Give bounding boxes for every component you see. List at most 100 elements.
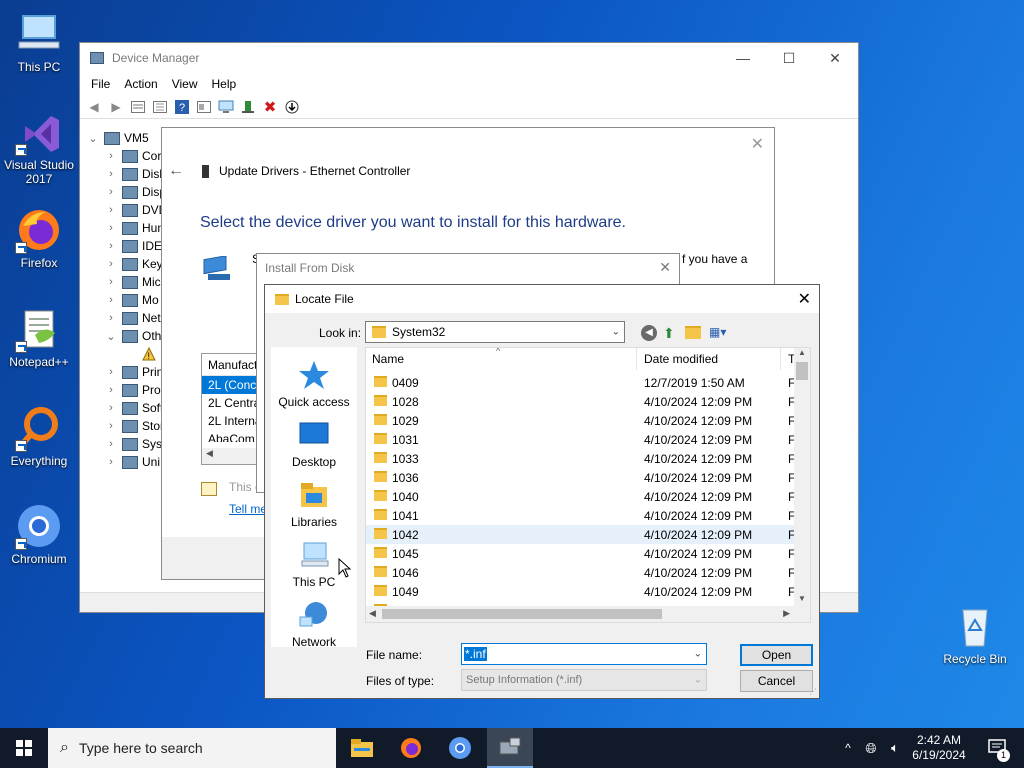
locate-file-close-button[interactable]: ✕ [798,289,811,309]
action-center-button[interactable]: 1 [978,728,1018,768]
help-icon[interactable]: ? [172,97,192,117]
maximize-button[interactable]: ☐ [766,43,812,73]
tree-node[interactable]: › Uni [104,453,160,471]
file-type-dropdown[interactable]: Setup Information (*.inf) ⌄ [461,669,707,691]
file-row[interactable]: 10334/10/2024 12:09 PMFil [366,449,802,468]
place-libraries[interactable]: Libraries [271,479,357,529]
start-button[interactable] [0,728,48,768]
scroll-right-icon[interactable]: ▶ [783,608,790,619]
tree-node[interactable]: › Key [104,255,163,273]
back-nav-icon[interactable]: ◀ [641,325,657,341]
menu-help[interactable]: Help [205,77,244,91]
resize-grip-icon[interactable]: ⋰ [809,687,817,696]
taskbar-file-explorer[interactable] [340,728,384,768]
manufacturer-item[interactable]: AbaCom [202,430,262,442]
taskbar-search-box[interactable]: ⌕ Type here to search [48,728,336,768]
update-drivers-close-button[interactable]: ✕ [751,134,764,154]
properties-icon[interactable] [128,97,148,117]
file-row[interactable]: 10424/10/2024 12:09 PMFil [366,525,802,544]
place-desktop[interactable]: Desktop [271,419,357,469]
desktop-icon-this-pc[interactable]: This PC [1,10,77,74]
file-row[interactable]: 10404/10/2024 12:09 PMFil [366,487,802,506]
tree-node[interactable]: › IDE [104,237,162,255]
unknown-device-warning-icon[interactable]: ! [142,345,156,363]
volume-muted-icon[interactable]: 🔈︎ [884,728,906,768]
tree-node[interactable]: › Net [104,309,161,327]
view-menu-icon[interactable]: ▦▾ [709,325,726,339]
chevron-right-icon[interactable]: › [104,384,118,396]
chevron-right-icon[interactable]: › [104,222,118,234]
scroll-up-icon[interactable]: ▲ [794,348,810,362]
desktop-icon-recycle-bin[interactable]: Recycle Bin [937,602,1013,666]
file-list[interactable]: Name ^ Date modified Ty 0409 12/7/2019 1:… [365,347,811,623]
chevron-down-icon[interactable]: ⌄ [694,649,702,660]
view-icon[interactable] [194,97,214,117]
chevron-right-icon[interactable]: › [104,240,118,252]
desktop-icon-notepadpp[interactable]: Notepad++ [1,305,77,369]
install-from-disk-close-button[interactable]: ✕ [659,259,671,276]
chevron-right-icon[interactable]: › [104,402,118,414]
locate-file-titlebar[interactable]: Locate File [265,285,819,313]
clock[interactable]: 2:42 AM 6/19/2024 [904,728,974,768]
chevron-down-icon[interactable]: ⌄ [86,132,100,145]
back-arrow-icon[interactable]: ← [168,162,184,180]
show-hidden-icons-button[interactable]: ^ [838,728,858,768]
tree-node[interactable]: › Disk [104,165,165,183]
chevron-down-icon[interactable]: ⌄ [104,330,118,343]
file-list-hscroll[interactable]: ◀ ▶ [366,606,810,622]
desktop-icon-everything[interactable]: Everything [1,404,77,468]
open-button[interactable]: Open [740,644,813,666]
tree-node[interactable]: › Syst [104,435,165,453]
file-row[interactable]: 040912/7/2019 1:50 AMFil [366,373,802,392]
manufacturer-item[interactable]: 2L Interna [202,412,262,430]
taskbar-chromium[interactable] [438,728,482,768]
manufacturer-list[interactable]: Manufact 2L (Conc 2L Centra 2L Interna A… [201,353,263,465]
tree-node[interactable]: › Hum [104,219,167,237]
file-row[interactable]: 10414/10/2024 12:09 PMFil [366,506,802,525]
tell-me-link[interactable]: Tell me [229,502,267,516]
file-name-input[interactable]: *.inf ⌄ [461,643,707,665]
chevron-right-icon[interactable]: › [104,258,118,270]
back-icon[interactable]: ◀ [84,97,104,117]
tree-node[interactable]: › Cor [104,147,161,165]
hscroll-thumb[interactable] [382,609,662,619]
tree-node[interactable]: › Mo [104,291,159,309]
file-row[interactable]: 10364/10/2024 12:09 PMFil [366,468,802,487]
desktop-icon-chromium[interactable]: Chromium [1,502,77,566]
manufacturer-item-selected[interactable]: 2L (Conc [202,376,262,394]
look-in-dropdown[interactable]: System32 ⌄ [365,321,625,343]
chevron-right-icon[interactable]: › [104,204,118,216]
tree-node[interactable]: › DVD [104,201,167,219]
chevron-right-icon[interactable]: › [104,456,118,468]
file-row[interactable]: 10314/10/2024 12:09 PMFil [366,430,802,449]
file-row[interactable]: 10294/10/2024 12:09 PMFil [366,411,802,430]
chevron-right-icon[interactable]: › [104,438,118,450]
chevron-right-icon[interactable]: › [104,276,118,288]
tree-node[interactable]: › Stor [104,417,164,435]
desktop-icon-visual-studio[interactable]: Visual Studio 2017 [1,108,77,186]
place-network[interactable]: Network [271,599,357,649]
menu-file[interactable]: File [84,77,117,91]
install-from-disk-titlebar[interactable]: Install From Disk [257,254,679,282]
chevron-right-icon[interactable]: › [104,294,118,306]
cancel-button[interactable]: Cancel [740,670,813,692]
place-quick-access[interactable]: Quick access [271,359,357,409]
network-tray-icon[interactable]: 🌐︎ [860,728,882,768]
manufacturer-item[interactable]: 2L Centra [202,394,262,412]
tree-node[interactable]: ⌄ Oth [104,327,161,345]
new-folder-icon[interactable] [685,326,701,339]
close-button[interactable]: ✕ [812,43,858,73]
chevron-right-icon[interactable]: › [104,312,118,324]
tree-node[interactable]: › Disp [104,183,166,201]
menu-action[interactable]: Action [117,77,164,91]
forward-icon[interactable]: ▶ [106,97,126,117]
tree-node[interactable]: › Mic [104,273,161,291]
minimize-button[interactable]: — [720,43,766,73]
chevron-right-icon[interactable]: › [104,366,118,378]
chevron-right-icon[interactable]: › [104,186,118,198]
scroll-left-icon[interactable]: ◀ [369,608,376,619]
file-list-vscroll[interactable]: ▲ ▼ [794,348,810,608]
up-folder-icon[interactable]: ⬆ [663,325,675,342]
download-icon[interactable] [282,97,302,117]
desktop-icon-firefox[interactable]: Firefox [1,206,77,270]
